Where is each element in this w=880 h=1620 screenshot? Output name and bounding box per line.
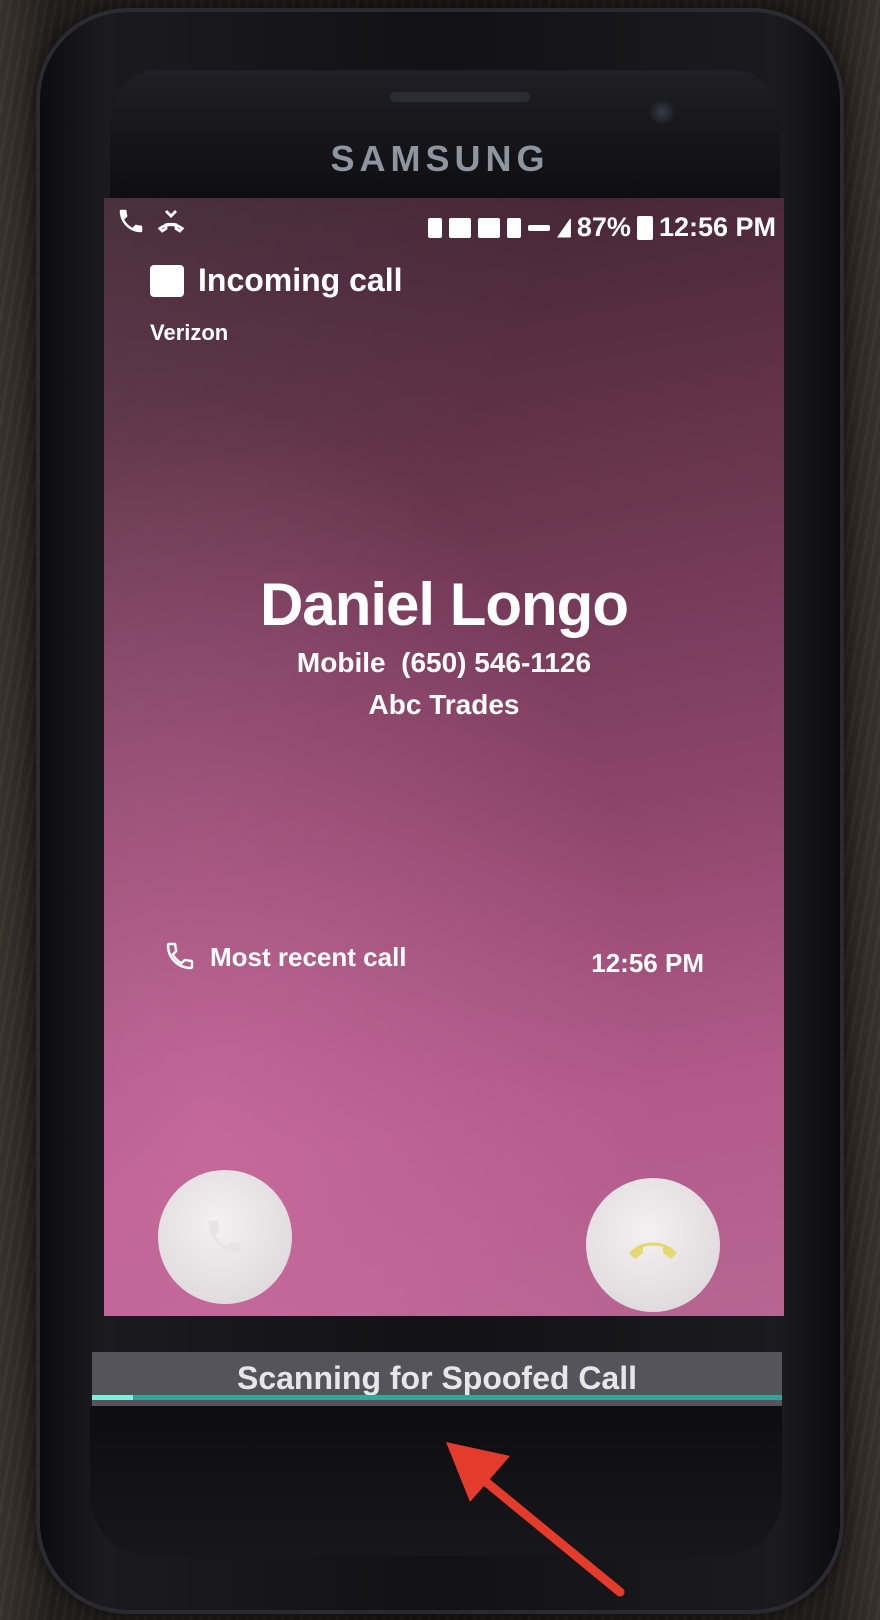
sd-card-icon (427, 217, 442, 238)
scan-label: Scanning for Spoofed Call (236, 1360, 637, 1396)
status-right-icons: 87% 12:56 PM (427, 212, 776, 243)
decline-call-button[interactable] (586, 1178, 720, 1312)
status-left-icons (116, 206, 186, 236)
phone-icon (166, 942, 194, 970)
phone-hangup-icon (629, 1242, 677, 1259)
caller-organization: Abc Trades (368, 689, 520, 720)
recent-call-label: Most recent call (210, 942, 407, 972)
spoof-scan-banner: Scanning for Spoofed Call (92, 1352, 782, 1406)
caller-info: Daniel Longo Mobile (650) 546-1126 Abc T… (104, 570, 784, 721)
status-bar: 87% 12:56 PM (104, 198, 784, 254)
mute-icon (448, 217, 471, 238)
scan-progress-track (92, 1395, 782, 1400)
carrier-label: Verizon (150, 320, 229, 345)
call-status-icon (119, 209, 143, 233)
recent-call-time: 12:56 PM (591, 948, 704, 978)
battery-percent: 87% (576, 212, 631, 242)
clock: 12:56 PM (658, 212, 776, 242)
calendar-icon (477, 217, 500, 238)
notification-app-icon (150, 264, 184, 297)
phone-icon (208, 1220, 242, 1254)
notification-title: Incoming call (198, 262, 403, 298)
missed-call-icon (157, 210, 185, 233)
caller-name: Daniel Longo (260, 571, 629, 638)
phone-top-bezel (110, 70, 780, 200)
volte-icon (527, 224, 550, 231)
phone-bottom-bezel (90, 1406, 782, 1556)
phone-screen: 87% 12:56 PM Incoming call Verizon Danie… (104, 198, 784, 1316)
recent-call-row: Most recent call 12:56 PM (164, 940, 704, 980)
battery-icon (636, 215, 653, 240)
notification-header: Incoming call (150, 262, 402, 299)
signal-icon (556, 217, 571, 238)
caller-number-line: Mobile (650) 546-1126 (104, 647, 784, 679)
screen-glare (104, 198, 784, 1316)
annotation-arrow-icon (446, 1442, 625, 1597)
accept-call-button[interactable] (158, 1170, 292, 1304)
system-icons (427, 217, 571, 238)
wifi-icon (506, 217, 521, 238)
earpiece-speaker (390, 92, 530, 102)
brand-logo: SAMSUNG (330, 138, 550, 179)
phone-number: (650) 546-1126 (401, 647, 592, 678)
front-camera (650, 100, 674, 124)
number-type: Mobile (296, 647, 386, 678)
scan-progress-fill (92, 1395, 134, 1400)
